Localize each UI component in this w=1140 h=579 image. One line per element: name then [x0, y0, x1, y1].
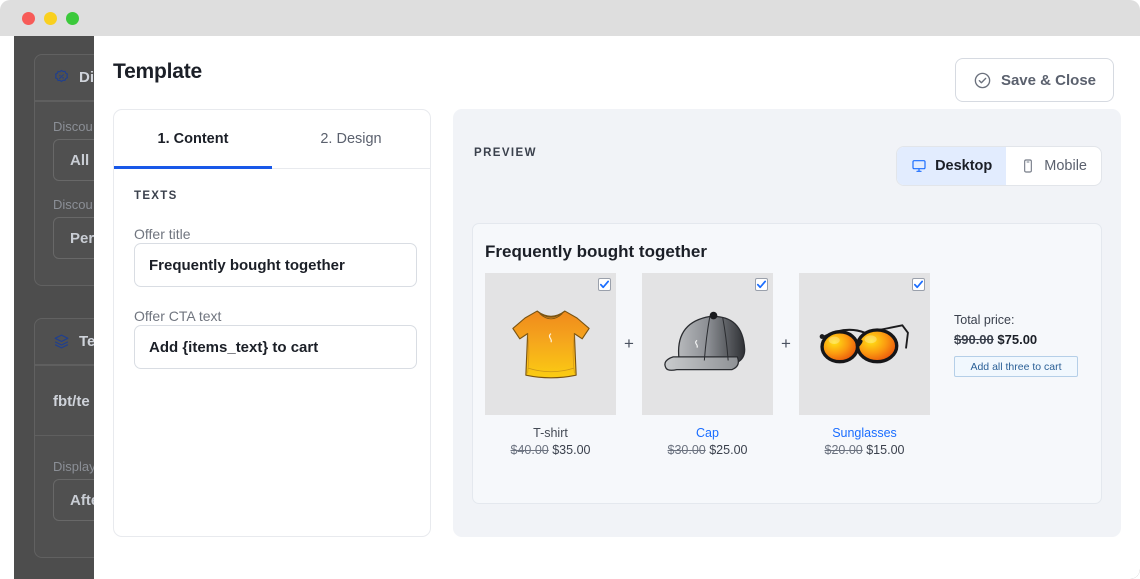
- app-window: Di Discou All P Discou Perc Te fbt/te Di…: [0, 0, 1140, 579]
- total-price-label: Total price:: [954, 313, 1015, 327]
- background-display-label: Display: [53, 459, 96, 474]
- product-new-price: $25.00: [709, 443, 748, 457]
- plus-separator: +: [616, 273, 642, 415]
- cap-image: [663, 311, 745, 371]
- product-old-price: $40.00: [510, 443, 549, 457]
- product-item: Cap $30.00 $25.00: [642, 273, 773, 457]
- device-mobile-button[interactable]: Mobile: [1006, 147, 1101, 185]
- product-checkbox[interactable]: [598, 278, 611, 291]
- tab-content[interactable]: 1. Content: [114, 110, 272, 169]
- product-old-price: $20.00: [824, 443, 863, 457]
- product-name: T-shirt: [533, 426, 568, 440]
- modal-header: Template Save & Close: [94, 36, 1140, 104]
- device-desktop-label: Desktop: [935, 158, 993, 174]
- total-old-price: $90.00: [954, 332, 994, 347]
- plus-separator: +: [773, 273, 799, 415]
- tab-bar: 1. Content 2. Design: [114, 110, 430, 169]
- offer-products-row: T-shirt $40.00 $35.00 + Cap $30.00 $25.0…: [485, 273, 1078, 457]
- product-name[interactable]: Cap: [696, 426, 719, 440]
- phone-icon: [1024, 159, 1033, 173]
- device-desktop-button[interactable]: Desktop: [897, 147, 1007, 185]
- product-prices: $20.00 $15.00: [825, 443, 905, 457]
- check-circle-icon: [974, 72, 991, 88]
- product-prices: $40.00 $35.00: [511, 443, 591, 457]
- save-and-close-label: Save & Close: [1000, 71, 1096, 89]
- offer-title-label: Offer title: [134, 226, 191, 242]
- tab-design[interactable]: 2. Design: [272, 110, 430, 168]
- product-item: Sunglasses $20.00 $15.00: [799, 273, 930, 457]
- template-modal: Template Save & Close 1. Content 2. Desi…: [94, 36, 1140, 579]
- background-discount-title: Di: [79, 69, 94, 86]
- total-new-price: $75.00: [997, 332, 1038, 347]
- product-name[interactable]: Sunglasses: [832, 426, 897, 440]
- product-checkbox[interactable]: [755, 278, 768, 291]
- minimize-window-button[interactable]: [44, 12, 57, 25]
- preview-heading: PREVIEW: [474, 147, 537, 159]
- discount-badge-icon: [54, 69, 69, 83]
- close-window-button[interactable]: [22, 12, 35, 25]
- total-price-block: Total price: $90.00 $75.00 Add all three…: [954, 273, 1078, 377]
- product-item: T-shirt $40.00 $35.00: [485, 273, 616, 457]
- save-and-close-button[interactable]: Save & Close: [954, 58, 1114, 102]
- tab-design-label: 2. Design: [320, 131, 382, 147]
- checkmark-icon: [913, 280, 924, 289]
- product-checkbox[interactable]: [912, 278, 925, 291]
- layers-icon: [54, 334, 69, 349]
- device-mobile-label: Mobile: [1044, 158, 1087, 174]
- offer-preview-card: Frequently bought together T-shirt $40.0…: [472, 223, 1102, 504]
- product-new-price: $15.00: [866, 443, 905, 457]
- background-template-title: Te: [79, 333, 96, 350]
- add-all-to-cart-button[interactable]: Add all three to cart: [954, 356, 1078, 377]
- product-image-tshirt[interactable]: [485, 273, 616, 415]
- content-panel: 1. Content 2. Design TEXTS Offer title F…: [113, 109, 431, 537]
- offer-cta-label: Offer CTA text: [134, 308, 222, 324]
- product-old-price: $30.00: [667, 443, 706, 457]
- product-image-cap[interactable]: [642, 273, 773, 415]
- product-new-price: $35.00: [552, 443, 591, 457]
- device-toggle-group: Desktop Mobile: [896, 146, 1102, 186]
- window-titlebar: [0, 0, 1140, 36]
- tab-content-label: 1. Content: [157, 131, 229, 147]
- traffic-light-controls: [22, 12, 79, 25]
- product-image-sunglasses[interactable]: [799, 273, 930, 415]
- preview-panel: PREVIEW Desktop Mobile Frequently bought…: [453, 109, 1121, 537]
- monitor-icon: [912, 160, 926, 172]
- background-discount-label-1: Discou: [53, 119, 93, 134]
- offer-title-preview: Frequently bought together: [485, 242, 707, 261]
- product-prices: $30.00 $25.00: [668, 443, 748, 457]
- tshirt-image: [511, 310, 590, 379]
- texts-section-heading: TEXTS: [134, 190, 178, 202]
- sunglasses-image: [819, 324, 909, 364]
- checkmark-icon: [599, 280, 610, 289]
- maximize-window-button[interactable]: [66, 12, 79, 25]
- plus-symbol: +: [624, 334, 634, 353]
- offer-cta-input[interactable]: Add {items_text} to cart: [134, 325, 417, 369]
- add-all-to-cart-label: Add all three to cart: [970, 360, 1062, 373]
- background-discount-label-2: Discou: [53, 197, 93, 212]
- page-title: Template: [113, 60, 203, 83]
- background-template-value: fbt/te: [53, 393, 90, 410]
- total-price-values: $90.00 $75.00: [954, 332, 1078, 347]
- offer-title-input[interactable]: Frequently bought together: [134, 243, 417, 287]
- checkmark-icon: [756, 280, 767, 289]
- plus-symbol: +: [781, 334, 791, 353]
